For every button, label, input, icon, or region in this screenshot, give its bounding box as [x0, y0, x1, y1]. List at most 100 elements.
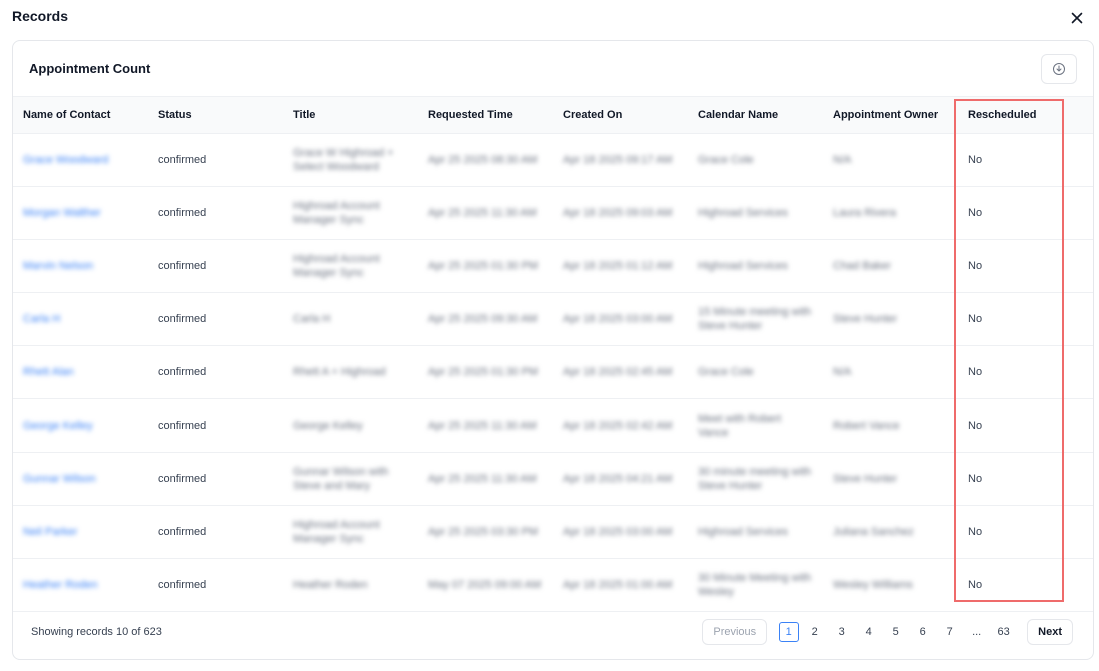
- appointment-owner-cell: Wesley Williams: [823, 558, 958, 613]
- download-icon: [1053, 62, 1065, 75]
- appointment-owner-cell: Steve Hunter: [833, 313, 898, 326]
- column-header: Created On: [553, 97, 688, 134]
- contact-name-link[interactable]: Neil Parker: [23, 525, 138, 539]
- contact-name-link[interactable]: Gunnar Wilson: [23, 472, 138, 486]
- page-number-button[interactable]: 63: [993, 621, 1015, 643]
- status-cell: confirmed: [148, 239, 283, 294]
- status-cell: confirmed: [158, 472, 207, 485]
- table-row[interactable]: Rhett Alan confirmed Rhett A + Highroad Apr…: [13, 345, 1093, 400]
- contact-name-cell: Grace Woodward: [13, 133, 148, 187]
- created-on-cell: Apr 18 2025 02:42 AM: [563, 419, 673, 432]
- title-cell: Heather Roden: [283, 558, 418, 613]
- table-row[interactable]: Morgan Walther confirmed Highroad Account …: [13, 186, 1093, 240]
- appointment-owner-cell: Wesley Williams: [833, 579, 913, 592]
- requested-time-cell: Apr 25 2025 09:30 AM: [418, 292, 553, 347]
- contact-name-link[interactable]: Marvin Nelson: [23, 259, 138, 273]
- requested-time-cell: Apr 25 2025 01:30 PM: [418, 345, 553, 400]
- table-row[interactable]: Marvin Nelson confirmed Highroad Account M…: [13, 239, 1093, 294]
- appointment-owner-cell: Chad Baker: [833, 259, 892, 272]
- calendar-name-cell: Meet with Robert Vance: [688, 398, 823, 453]
- status-cell: confirmed: [148, 505, 283, 560]
- rescheduled-cell: No: [968, 419, 983, 432]
- page-number-button[interactable]: 6: [912, 621, 934, 643]
- contact-name-cell: Carla H: [13, 292, 148, 347]
- calendar-name-cell: 15 Minute meeting with Steve Hunter: [698, 306, 812, 333]
- status-cell: confirmed: [148, 133, 283, 187]
- calendar-name-cell: 30 minute meeting with Steve Hunter: [688, 452, 823, 506]
- title-cell: Grace W Highroad + Select Woodward: [283, 133, 418, 187]
- rescheduled-cell: No: [958, 505, 1093, 560]
- calendar-name-cell: 30 minute meeting with Steve Hunter: [698, 465, 812, 492]
- status-cell: confirmed: [158, 313, 207, 326]
- created-on-cell: Apr 18 2025 01:00 AM: [553, 558, 688, 613]
- title-cell: Heather Roden: [293, 579, 368, 592]
- table-row[interactable]: Carla H confirmed Carla H Apr 25 2025 09:30…: [13, 292, 1093, 347]
- requested-time-cell: Apr 25 2025 11:30 AM: [418, 452, 553, 506]
- contact-name-link[interactable]: George Kelley: [23, 419, 138, 433]
- requested-time-cell: May 07 2025 09:00 AM: [418, 558, 553, 613]
- contact-name-cell: Gunnar Wilson: [13, 452, 148, 506]
- table-footer: Showing records 10 of 623 Previous 12345…: [13, 605, 1093, 659]
- requested-time-cell: Apr 25 2025 11:30 AM: [428, 419, 537, 432]
- records-card: Appointment Count Name of Contact Status T…: [12, 40, 1094, 660]
- created-on-cell: Apr 18 2025 03:00 AM: [563, 313, 673, 326]
- table-row[interactable]: Heather Roden confirmed Heather Roden May 0…: [13, 558, 1093, 613]
- table-row[interactable]: Neil Parker confirmed Highroad Account Man…: [13, 505, 1093, 560]
- card-header: Appointment Count: [13, 41, 1093, 97]
- page-number-button[interactable]: 4: [858, 621, 880, 643]
- status-cell: confirmed: [158, 579, 207, 592]
- table-row[interactable]: Grace Woodward confirmed Grace W Highroad …: [13, 133, 1093, 187]
- table-row[interactable]: George Kelley confirmed George Kelley Apr 2…: [13, 398, 1093, 453]
- requested-time-cell: Apr 25 2025 01:30 PM: [428, 259, 539, 272]
- calendar-name-cell: Grace Cole: [698, 153, 754, 166]
- rescheduled-cell: No: [958, 186, 1093, 240]
- status-cell: confirmed: [158, 525, 207, 538]
- rescheduled-cell: No: [958, 133, 1093, 187]
- status-cell: confirmed: [148, 186, 283, 240]
- page-number-button[interactable]: 2: [804, 621, 826, 643]
- title-cell: Highroad Account Manager Sync: [283, 186, 418, 240]
- title-cell: Highroad Account Manager Sync: [293, 518, 380, 545]
- created-on-cell: Apr 18 2025 09:17 AM: [553, 133, 688, 187]
- appointment-owner-cell: Chad Baker: [823, 239, 958, 294]
- appointment-owner-cell: Steve Hunter: [833, 472, 898, 485]
- requested-time-cell: Apr 25 2025 03:30 PM: [418, 505, 553, 560]
- rescheduled-cell: No: [968, 579, 983, 592]
- download-button[interactable]: [1041, 53, 1077, 84]
- contact-name-cell: George Kelley: [13, 398, 148, 453]
- requested-time-cell: Apr 25 2025 08:30 AM: [428, 153, 538, 166]
- page-number-button[interactable]: 7: [939, 621, 961, 643]
- calendar-name-cell: 30 Minute Meeting with Wesley: [688, 558, 823, 613]
- pagination: Previous 1 2 3 4 5 6 7... 63 Next: [702, 619, 1073, 645]
- column-header: Status: [148, 97, 283, 134]
- close-button[interactable]: [1067, 8, 1087, 28]
- page-number-button[interactable]: 1: [778, 622, 799, 642]
- contact-name-link[interactable]: Rhett Alan: [23, 365, 138, 379]
- title-cell: George Kelley: [293, 419, 363, 432]
- status-cell: confirmed: [158, 259, 207, 272]
- rescheduled-cell: No: [958, 239, 1093, 294]
- next-page-button[interactable]: Next: [1027, 619, 1073, 645]
- page-number-button[interactable]: 5: [885, 621, 907, 643]
- appointment-owner-cell: Juliana Sanchez: [833, 525, 914, 538]
- status-cell: confirmed: [158, 206, 207, 219]
- column-header: Appointment Owner: [823, 97, 958, 134]
- column-header: Rescheduled: [958, 97, 1093, 134]
- contact-name-link[interactable]: Carla H: [23, 312, 138, 326]
- requested-time-cell: Apr 25 2025 11:30 AM: [418, 398, 553, 453]
- rescheduled-cell: No: [958, 292, 1093, 347]
- appointment-owner-cell: Robert Vance: [833, 419, 900, 432]
- page-number-button[interactable]: 3: [831, 621, 853, 643]
- requested-time-cell: Apr 25 2025 01:30 PM: [418, 239, 553, 294]
- contact-name-link[interactable]: Heather Roden: [23, 578, 138, 592]
- requested-time-cell: Apr 25 2025 01:30 PM: [428, 366, 539, 379]
- title-cell: Carla H: [293, 313, 331, 326]
- title-cell: Highroad Account Manager Sync: [283, 505, 418, 560]
- previous-page-button[interactable]: Previous: [702, 619, 768, 645]
- contact-name-link[interactable]: Morgan Walther: [23, 206, 138, 220]
- calendar-name-cell: Highroad Services: [688, 505, 823, 560]
- table-row[interactable]: Gunnar Wilson confirmed Gunnar Wilson with…: [13, 452, 1093, 506]
- contact-name-link[interactable]: Grace Woodward: [23, 153, 138, 167]
- title-cell: George Kelley: [283, 398, 418, 453]
- appointment-owner-cell: N/A: [833, 153, 852, 166]
